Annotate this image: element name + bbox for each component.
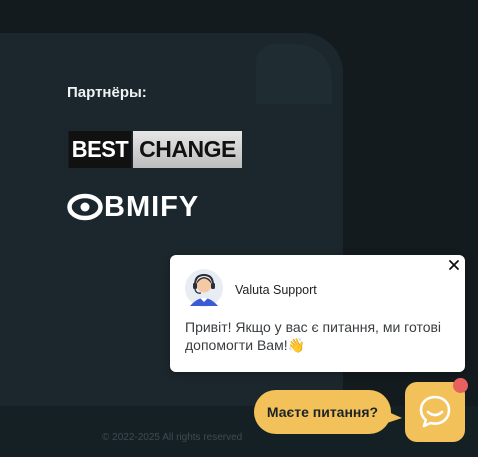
obmify-logo[interactable]: BMIFY — [67, 191, 200, 223]
chat-greeting-popup: Valuta Support Привіт! Якщо у вас є пита… — [170, 255, 465, 372]
ask-question-bubble[interactable]: Маєте питання? — [254, 390, 391, 434]
close-icon[interactable] — [448, 259, 460, 271]
copyright-text: © 2022-2025 All rights reserved — [102, 432, 243, 443]
chat-bubble-icon — [419, 395, 451, 428]
bestchange-logo[interactable]: BEST CHANGE — [67, 131, 242, 168]
obmify-logo-text: BMIFY — [104, 191, 200, 223]
support-agent-name: Valuta Support — [235, 283, 317, 297]
partners-title: Партнёры: — [67, 84, 147, 101]
bestchange-logo-best: BEST — [68, 131, 132, 168]
chat-greeting-message: Привіт! Якщо у вас є питання, ми готові … — [185, 319, 442, 353]
obmify-logo-mark-icon — [67, 193, 103, 221]
notification-dot — [453, 378, 468, 393]
support-agent-avatar — [185, 269, 223, 307]
ask-question-bubble-tail — [384, 410, 402, 424]
partners-card-tab — [256, 44, 332, 104]
bestchange-logo-change: CHANGE — [133, 131, 242, 168]
